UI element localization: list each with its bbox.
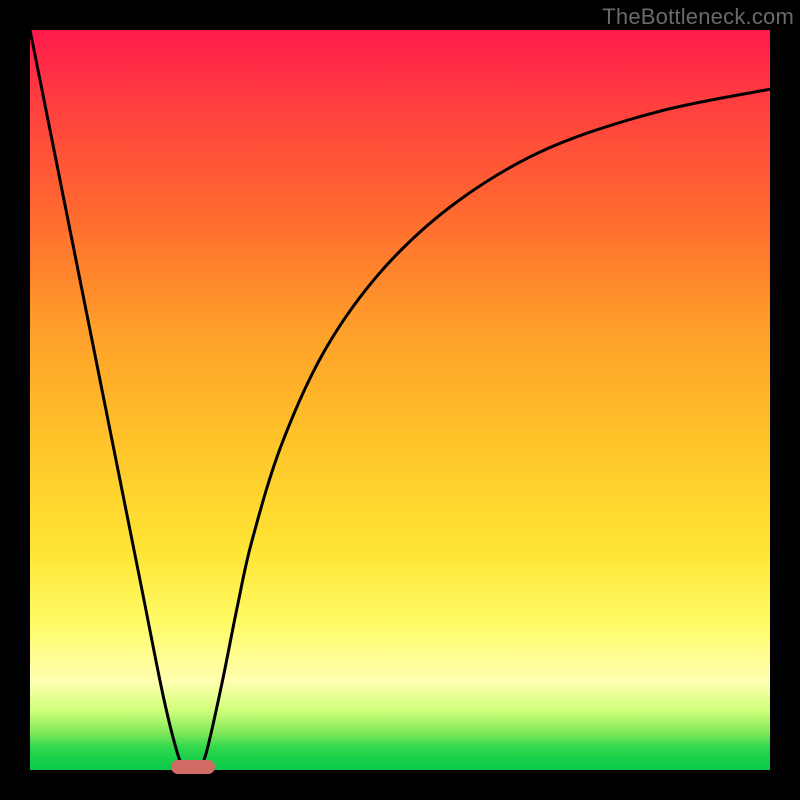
watermark-text: TheBottleneck.com <box>602 4 794 30</box>
minimum-marker <box>171 760 215 774</box>
curve-right-branch <box>200 89 770 770</box>
bottleneck-curve <box>30 30 770 770</box>
plot-area <box>30 30 770 770</box>
chart-frame: TheBottleneck.com <box>0 0 800 800</box>
curve-left-branch <box>30 30 185 770</box>
